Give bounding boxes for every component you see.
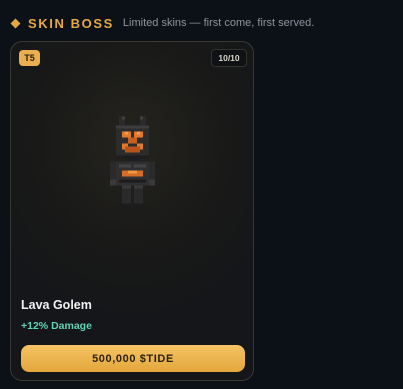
diamond-icon [10, 18, 21, 28]
section-title: SKIN BOSS [28, 15, 114, 31]
lava-golem-sprite [110, 116, 155, 210]
skin-bonus: +12% Damage [21, 320, 92, 332]
tier-badge: T5 [19, 50, 40, 66]
skin-card[interactable]: T5 10/10 Lava Golem +12% Damage 500,000 … [10, 41, 254, 381]
stock-badge: 10/10 [211, 49, 247, 67]
skin-name: Lava Golem [21, 298, 92, 312]
section-header: SKIN BOSS Limited skins — first come, fi… [10, 15, 314, 31]
buy-button[interactable]: 500,000 $TIDE [21, 345, 245, 372]
section-subtitle: Limited skins — first come, first served… [122, 17, 315, 29]
